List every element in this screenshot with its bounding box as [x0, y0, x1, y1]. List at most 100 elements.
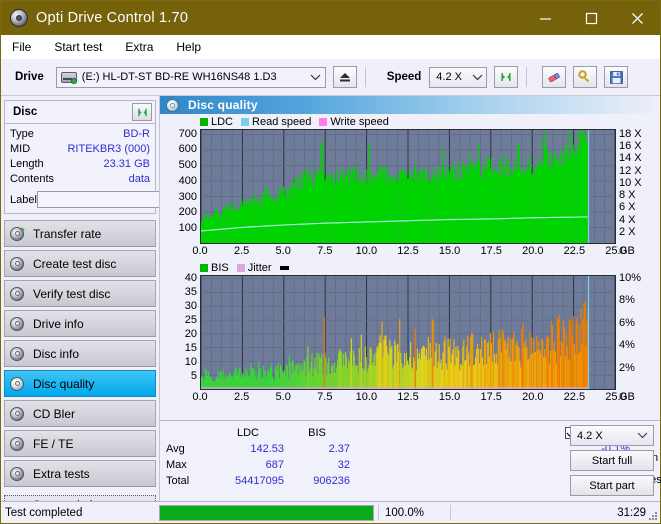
start-part-button[interactable]: Start part	[570, 475, 654, 496]
toolbar-separator-1	[364, 67, 366, 87]
x-axis-tick: 7.5	[317, 391, 333, 403]
sidebar-item-disc-info[interactable]: Disc info	[4, 340, 156, 367]
disc-icon: ✦	[10, 225, 26, 241]
legend-item-write-speed: Write speed	[319, 116, 389, 128]
key-button[interactable]	[573, 66, 598, 88]
col-header-bis: BIS	[308, 427, 326, 439]
row-label-total: Total	[166, 475, 190, 487]
legend-swatch	[200, 117, 208, 126]
max-ldc: 687	[265, 459, 284, 471]
x-axis-tick: 5.0	[275, 245, 291, 257]
sidebar-item-drive-info[interactable]: Drive info	[4, 310, 156, 337]
ldc-chart-legend: LDC Read speed Write speed	[160, 114, 660, 129]
sidebar-item-fe-te[interactable]: FE / TE	[4, 430, 156, 457]
y2-axis-tick: 2 X	[619, 225, 636, 238]
disc-label-key: Label	[10, 193, 37, 206]
disc-icon	[10, 376, 24, 391]
disc-panel-header: Disc	[5, 101, 155, 124]
disc-row-value: BD-R	[123, 128, 150, 140]
drive-icon	[60, 70, 77, 84]
x-axis-tick: 20.0	[522, 391, 544, 403]
app-window: Opti Drive Control 1.70 File Start test …	[0, 0, 661, 524]
legend-label: Write speed	[330, 115, 389, 128]
stats-panel: LDC BIS Avg 142.53 2.37 Max 687 32 Total…	[160, 420, 661, 501]
avg-bis: 2.37	[328, 443, 350, 455]
menu-file[interactable]: File	[10, 38, 42, 56]
x-axis-tick: 15.0	[438, 391, 461, 403]
close-button[interactable]	[614, 1, 660, 35]
minimize-button[interactable]	[522, 1, 568, 35]
disc-row-mid: MID RITEKBR3 (000)	[10, 142, 150, 157]
x-axis-tick: 20.0	[522, 245, 544, 257]
disc-info-panel: Disc Type BD-R MID RITEKBR3 (000) Length…	[4, 100, 239, 214]
y2-axis-tick: 10 X	[619, 176, 642, 189]
progress-percent: 100.0%	[378, 504, 450, 521]
table-row: Avg 142.53 2.37	[166, 441, 350, 457]
window-controls	[522, 1, 660, 35]
legend-swatch	[319, 117, 328, 126]
drive-label: Drive	[15, 71, 44, 83]
sidebar-item-label: Create test disc	[33, 256, 117, 271]
legend-item-jitter: Jitter	[236, 262, 272, 274]
save-button[interactable]	[604, 66, 629, 88]
y-axis-tick: 300	[178, 190, 197, 203]
y-axis-tick: 20	[184, 327, 197, 340]
main-body: Disc Type BD-R MID RITEKBR3 (000) Length…	[1, 96, 661, 517]
x-axis-unit: GB	[619, 245, 635, 257]
y-axis-tick: 40	[184, 271, 197, 284]
legend-item-bis: BIS	[200, 262, 229, 274]
disc-label-row: Label	[10, 190, 239, 209]
legend-label: LDC	[211, 115, 234, 128]
y2-axis-tick: 10%	[619, 271, 642, 284]
menu-start-test[interactable]: Start test	[52, 38, 113, 56]
menu-help[interactable]: Help	[174, 38, 212, 56]
sidebar-item-label: Verify test disc	[33, 286, 111, 301]
maximize-button[interactable]	[568, 1, 614, 35]
test-speed-select[interactable]: 4.2 X	[570, 425, 654, 446]
sidebar-item-cd-bler[interactable]: CD Bler	[4, 400, 156, 427]
speed-select[interactable]: 4.2 X	[429, 66, 488, 88]
row-label-avg: Avg	[166, 443, 185, 455]
y-axis-tick: 400	[178, 174, 197, 187]
refresh-button[interactable]	[494, 66, 519, 88]
x-axis-tick: 22.5	[563, 245, 586, 257]
sidebar-item-verify-test-disc[interactable]: Verify test disc	[4, 280, 156, 307]
drive-select-value: (E:) HL-DT-ST BD-RE WH16NS48 1.D3	[81, 71, 277, 83]
y-axis-tick: 15	[184, 341, 197, 354]
disc-refresh-button[interactable]	[132, 103, 152, 121]
resize-grip[interactable]	[648, 511, 658, 521]
disc-row-length: Length 23.31 GB	[10, 157, 150, 172]
drive-select[interactable]: (E:) HL-DT-ST BD-RE WH16NS48 1.D3	[55, 66, 326, 88]
disc-row-key: Length	[10, 158, 44, 170]
disc-row-value: 23.31 GB	[103, 158, 150, 170]
ldc-plot[interactable]: 100 200 300 400 500 600 700 2 X4 X6 X8 X 10 X 12 …	[179, 128, 642, 257]
disc-row-key: Contents	[10, 173, 55, 185]
y-axis-tick: 10	[184, 355, 197, 368]
sidebar-item-create-test-disc[interactable]: Create test disc	[4, 250, 156, 277]
sidebar-item-extra-tests[interactable]: Extra tests	[4, 460, 156, 487]
toolbar-separator-2	[526, 67, 528, 87]
disc-row-type: Type BD-R	[10, 127, 150, 142]
sidebar-item-disc-quality[interactable]: Disc quality	[4, 370, 156, 397]
y-axis-tick: 25	[184, 313, 197, 326]
y-axis-tick: 500	[178, 159, 197, 172]
progress-bar	[159, 504, 374, 521]
legend-swatch	[279, 265, 289, 270]
menu-extra[interactable]: Extra	[123, 38, 164, 56]
y2-axis-tick: 4 X	[619, 213, 636, 226]
disc-row-key: Type	[10, 128, 34, 140]
bis-plot[interactable]: 5 10 15 20 25 30 35 40 2% 4% 6% 8% 10% 0.0 2.5 5.0 7.5 10…	[185, 272, 641, 403]
eraser-button[interactable]	[542, 66, 567, 88]
start-full-button[interactable]: Start full	[570, 450, 654, 471]
x-axis-tick: 2.5	[233, 245, 250, 257]
disc-row-key: MID	[10, 143, 31, 155]
eject-button[interactable]	[332, 66, 357, 88]
disc-info-rows: Type BD-R MID RITEKBR3 (000) Length 23.3…	[5, 124, 239, 213]
disc-icon	[10, 346, 24, 361]
speed-select-value: 4.2 X	[436, 71, 462, 83]
sidebar-item-transfer-rate[interactable]: ✦ Transfer rate	[4, 220, 156, 247]
chevron-down-icon	[637, 430, 648, 442]
chevron-down-icon	[307, 74, 325, 81]
x-axis-tick: 17.5	[480, 245, 502, 257]
y2-axis-tick: 14 X	[619, 152, 642, 165]
